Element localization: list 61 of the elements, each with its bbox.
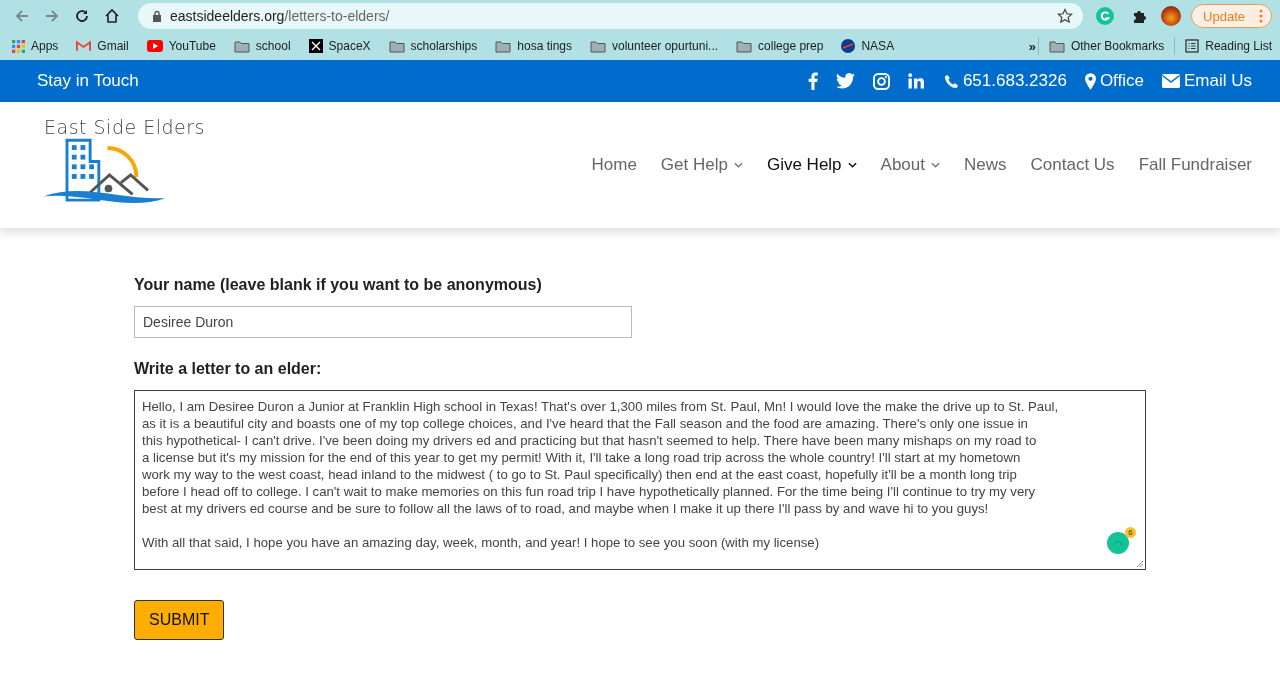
- more-dots-icon: [1259, 9, 1263, 23]
- resize-grip-icon[interactable]: [1136, 560, 1144, 568]
- office-link[interactable]: Office: [1084, 71, 1144, 91]
- nav-link[interactable]: News: [964, 155, 1007, 175]
- list-icon: [1185, 39, 1200, 53]
- nav-link[interactable]: Contact Us: [1030, 155, 1115, 175]
- lock-icon: [152, 10, 162, 22]
- name-label: Your name (leave blank if you want to be anonymous): [134, 276, 542, 294]
- chevron-down-icon: [847, 162, 857, 168]
- play-icon: [146, 40, 163, 52]
- nav-link[interactable]: Fall Fundraiser: [1138, 155, 1252, 175]
- bookmark-link[interactable]: volunteer opurtuni...: [590, 39, 719, 53]
- reading-list-button[interactable]: Reading List: [1185, 39, 1272, 53]
- bookmark-link[interactable]: college prep: [736, 39, 824, 53]
- address-bar[interactable]: eastsideelders.org/letters-to-elders/: [138, 3, 1084, 29]
- linkedin-icon[interactable]: [905, 73, 926, 89]
- phone-link[interactable]: 651.683.2326: [943, 71, 1067, 91]
- folder-icon: [736, 39, 753, 53]
- other-bookmarks-folder[interactable]: Other Bookmarks: [1048, 39, 1165, 53]
- folder-icon: [590, 39, 606, 53]
- chevron-down-icon: [931, 162, 940, 168]
- bookmark-link[interactable]: school: [233, 39, 291, 53]
- bookmark-link[interactable]: hosa tings: [495, 39, 572, 53]
- url-text: eastsideelders.org/letters-to-elders/: [170, 8, 391, 24]
- bookmark-link[interactable]: Gmail: [76, 39, 129, 53]
- profile-avatar[interactable]: [1161, 6, 1182, 26]
- nav-link[interactable]: Give Help: [766, 155, 857, 175]
- folder-icon: [233, 39, 250, 53]
- chevron-down-icon: [733, 162, 743, 168]
- folder-icon: [1048, 39, 1065, 53]
- grammarly-count-badge: 6: [1125, 527, 1136, 538]
- letter-paragraph: With all that said, I hope you have an amazing day, week, month, and year! I hope to see you soon (with my license): [142, 534, 820, 551]
- phone-icon: [943, 73, 959, 89]
- bookmark-link[interactable]: SpaceX: [308, 39, 371, 53]
- nav-link[interactable]: About: [880, 155, 940, 175]
- bookmark-link[interactable]: Apps: [12, 39, 59, 53]
- round-logo-icon: [841, 39, 856, 53]
- stay-in-touch-heading: Stay in Touch: [37, 71, 139, 91]
- map-pin-icon: [1084, 72, 1096, 90]
- nav-link[interactable]: Get Help: [660, 155, 743, 175]
- letter-label: Write a letter to an elder:: [134, 360, 322, 378]
- logo-text: East Side Elders: [44, 116, 205, 138]
- bookmark-link[interactable]: YouTube: [146, 39, 216, 53]
- submit-button[interactable]: SUBMIT: [134, 600, 225, 640]
- more-bookmarks-button[interactable]: »: [1028, 38, 1036, 54]
- grammarly-button[interactable]: [1107, 532, 1129, 554]
- instagram-icon[interactable]: [870, 72, 892, 90]
- letter-paragraph: Hello, I am Desiree Duron a Junior at Franklin High school in Texas! That's over 1,300 miles from St. Paul, Mn! I would love the make the drive up to St. Paul, as it is a beautiful city and boasts one of my top college choices, and I've heard that the Fall season and the food are amazing. There's only one issue in this hypothetical- I can't drive. I've been doing my drivers ed and practicing but that hasn't seemed to help. There have been many mishaps on my road to a license but it's my mission for the end of this year to get my permit! With it, I'll take a long road trip across the whole country! I'll start at my hometown work my way to the west coast, head inland to the midwest ( to go to St. Paul specifically) then end at the east coast, hopefully it'll be a month long trip before I head off to college. I can't wait to make memories on this fun road trip I have hypothetically planned. For the time being I'll continue to try my very best at my drivers ed course and be sure to follow all the laws of to road, and maybe when I make it up there I'll pass by and wave hi to you guys!: [142, 398, 1059, 517]
- folder-icon: [495, 39, 512, 53]
- bookmark-star-icon[interactable]: [1057, 8, 1074, 24]
- bookmark-link[interactable]: scholarships: [388, 39, 478, 53]
- mail-icon: [76, 40, 92, 52]
- folder-icon: [388, 39, 405, 53]
- name-input-field[interactable]: Desiree Duron: [134, 306, 632, 338]
- x-logo-icon: [308, 39, 323, 53]
- email-link[interactable]: Email Us: [1162, 71, 1252, 91]
- letter-text-area[interactable]: [134, 390, 1146, 570]
- envelope-icon: [1162, 74, 1180, 88]
- apps-grid-icon: [12, 39, 25, 53]
- nav-link[interactable]: Home: [591, 155, 637, 175]
- bookmark-link[interactable]: NASA: [841, 39, 895, 53]
